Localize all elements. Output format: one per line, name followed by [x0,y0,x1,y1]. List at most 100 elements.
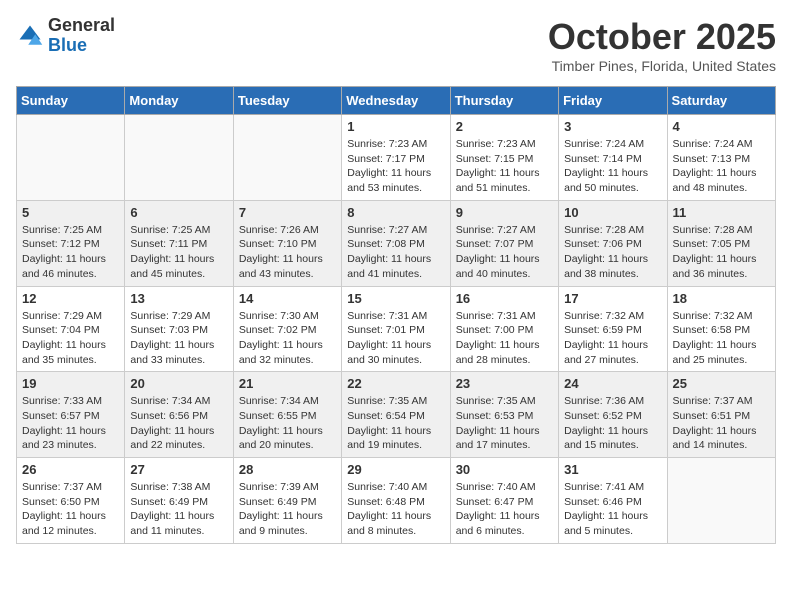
calendar-cell: 12 Sunrise: 7:29 AMSunset: 7:04 PMDayligh… [17,286,125,372]
day-number: 4 [673,119,770,134]
calendar-week-1: 5 Sunrise: 7:25 AMSunset: 7:12 PMDaylight… [17,200,776,286]
calendar-cell: 1 Sunrise: 7:23 AMSunset: 7:17 PMDaylight… [342,115,450,201]
day-info: Sunrise: 7:38 AMSunset: 6:49 PMDaylight:… [130,480,227,539]
day-number: 28 [239,462,336,477]
calendar-cell [125,115,233,201]
header-sunday: Sunday [17,87,125,115]
calendar-cell: 16Sunrise: 7:31 AMSunset: 7:00 PMDayligh… [450,286,558,372]
day-number: 15 [347,291,444,306]
day-number: 19 [22,376,119,391]
logo-blue-text: Blue [48,36,115,56]
title-block: October 2025 Timber Pines, Florida, Unit… [548,16,776,74]
day-info: Sunrise: 7:31 AMSunset: 7:00 PMDaylight:… [456,309,553,368]
day-info: Sunrise: 7:35 AMSunset: 6:53 PMDaylight:… [456,394,553,453]
day-info: Sunrise: 7:30 AMSunset: 7:02 PMDaylight:… [239,309,336,368]
day-number: 5 [22,205,119,220]
day-number: 31 [564,462,661,477]
calendar-cell: 29 Sunrise: 7:40 AMSunset: 6:48 PMDayligh… [342,458,450,544]
calendar-cell: 3 Sunrise: 7:24 AMSunset: 7:14 PMDaylight… [559,115,667,201]
header-monday: Monday [125,87,233,115]
day-info: Sunrise: 7:27 AMSunset: 7:07 PMDaylight:… [456,223,553,282]
calendar-cell: 23Sunrise: 7:35 AMSunset: 6:53 PMDayligh… [450,372,558,458]
header-friday: Friday [559,87,667,115]
day-number: 27 [130,462,227,477]
day-info: Sunrise: 7:32 AMSunset: 6:59 PMDaylight:… [564,309,661,368]
calendar-cell: 27 Sunrise: 7:38 AMSunset: 6:49 PMDayligh… [125,458,233,544]
day-info: Sunrise: 7:40 AMSunset: 6:48 PMDaylight:… [347,480,444,539]
day-number: 2 [456,119,553,134]
logo-general-text: General [48,16,115,36]
day-info: Sunrise: 7:33 AMSunset: 6:57 PMDaylight:… [22,394,119,453]
day-info: Sunrise: 7:27 AMSunset: 7:08 PMDaylight:… [347,223,444,282]
day-info: Sunrise: 7:40 AMSunset: 6:47 PMDaylight:… [456,480,553,539]
calendar-cell: 9Sunrise: 7:27 AMSunset: 7:07 PMDaylight… [450,200,558,286]
day-number: 26 [22,462,119,477]
calendar-week-4: 26Sunrise: 7:37 AMSunset: 6:50 PMDayligh… [17,458,776,544]
day-info: Sunrise: 7:24 AMSunset: 7:13 PMDaylight:… [673,137,770,196]
day-number: 1 [347,119,444,134]
day-info: Sunrise: 7:28 AMSunset: 7:05 PMDaylight:… [673,223,770,282]
calendar-cell: 13 Sunrise: 7:29 AMSunset: 7:03 PMDayligh… [125,286,233,372]
day-info: Sunrise: 7:37 AMSunset: 6:51 PMDaylight:… [673,394,770,453]
calendar-cell: 26Sunrise: 7:37 AMSunset: 6:50 PMDayligh… [17,458,125,544]
calendar-cell [233,115,341,201]
calendar-cell: 14Sunrise: 7:30 AMSunset: 7:02 PMDayligh… [233,286,341,372]
day-info: Sunrise: 7:32 AMSunset: 6:58 PMDaylight:… [673,309,770,368]
calendar-cell: 10Sunrise: 7:28 AMSunset: 7:06 PMDayligh… [559,200,667,286]
calendar-cell: 30 Sunrise: 7:40 AMSunset: 6:47 PMDayligh… [450,458,558,544]
day-number: 24 [564,376,661,391]
day-info: Sunrise: 7:26 AMSunset: 7:10 PMDaylight:… [239,223,336,282]
day-number: 30 [456,462,553,477]
calendar-cell: 15Sunrise: 7:31 AMSunset: 7:01 PMDayligh… [342,286,450,372]
calendar-cell: 7Sunrise: 7:26 AMSunset: 7:10 PMDaylight… [233,200,341,286]
calendar-cell: 20 Sunrise: 7:34 AMSunset: 6:56 PMDayligh… [125,372,233,458]
day-number: 17 [564,291,661,306]
day-info: Sunrise: 7:29 AMSunset: 7:04 PMDaylight:… [22,309,119,368]
day-number: 20 [130,376,227,391]
calendar-cell: 5 Sunrise: 7:25 AMSunset: 7:12 PMDaylight… [17,200,125,286]
day-info: Sunrise: 7:35 AMSunset: 6:54 PMDaylight:… [347,394,444,453]
day-info: Sunrise: 7:24 AMSunset: 7:14 PMDaylight:… [564,137,661,196]
day-number: 3 [564,119,661,134]
day-number: 22 [347,376,444,391]
day-info: Sunrise: 7:34 AMSunset: 6:55 PMDaylight:… [239,394,336,453]
day-info: Sunrise: 7:25 AMSunset: 7:11 PMDaylight:… [130,223,227,282]
day-info: Sunrise: 7:25 AMSunset: 7:12 PMDaylight:… [22,223,119,282]
day-number: 18 [673,291,770,306]
header-tuesday: Tuesday [233,87,341,115]
calendar-cell: 24 Sunrise: 7:36 AMSunset: 6:52 PMDayligh… [559,372,667,458]
day-number: 8 [347,205,444,220]
day-number: 6 [130,205,227,220]
day-info: Sunrise: 7:36 AMSunset: 6:52 PMDaylight:… [564,394,661,453]
month-title: October 2025 [548,16,776,58]
day-info: Sunrise: 7:39 AMSunset: 6:49 PMDaylight:… [239,480,336,539]
day-number: 11 [673,205,770,220]
day-info: Sunrise: 7:28 AMSunset: 7:06 PMDaylight:… [564,223,661,282]
calendar-cell: 25 Sunrise: 7:37 AMSunset: 6:51 PMDayligh… [667,372,775,458]
calendar-cell: 18 Sunrise: 7:32 AMSunset: 6:58 PMDayligh… [667,286,775,372]
header-wednesday: Wednesday [342,87,450,115]
day-info: Sunrise: 7:23 AMSunset: 7:15 PMDaylight:… [456,137,553,196]
calendar-cell: 4 Sunrise: 7:24 AMSunset: 7:13 PMDaylight… [667,115,775,201]
calendar-cell: 28 Sunrise: 7:39 AMSunset: 6:49 PMDayligh… [233,458,341,544]
calendar-week-0: 1 Sunrise: 7:23 AMSunset: 7:17 PMDaylight… [17,115,776,201]
logo: General Blue [16,16,115,56]
day-number: 13 [130,291,227,306]
day-number: 29 [347,462,444,477]
calendar-cell [17,115,125,201]
header-thursday: Thursday [450,87,558,115]
calendar-cell: 8 Sunrise: 7:27 AMSunset: 7:08 PMDaylight… [342,200,450,286]
day-info: Sunrise: 7:34 AMSunset: 6:56 PMDaylight:… [130,394,227,453]
day-number: 12 [22,291,119,306]
day-info: Sunrise: 7:23 AMSunset: 7:17 PMDaylight:… [347,137,444,196]
calendar-cell [667,458,775,544]
calendar-week-2: 12 Sunrise: 7:29 AMSunset: 7:04 PMDayligh… [17,286,776,372]
day-number: 25 [673,376,770,391]
calendar-cell: 31Sunrise: 7:41 AMSunset: 6:46 PMDayligh… [559,458,667,544]
logo-text: General Blue [48,16,115,56]
day-info: Sunrise: 7:29 AMSunset: 7:03 PMDaylight:… [130,309,227,368]
day-number: 21 [239,376,336,391]
calendar-cell: 21 Sunrise: 7:34 AMSunset: 6:55 PMDayligh… [233,372,341,458]
calendar-cell: 11 Sunrise: 7:28 AMSunset: 7:05 PMDayligh… [667,200,775,286]
logo-icon [16,22,44,50]
